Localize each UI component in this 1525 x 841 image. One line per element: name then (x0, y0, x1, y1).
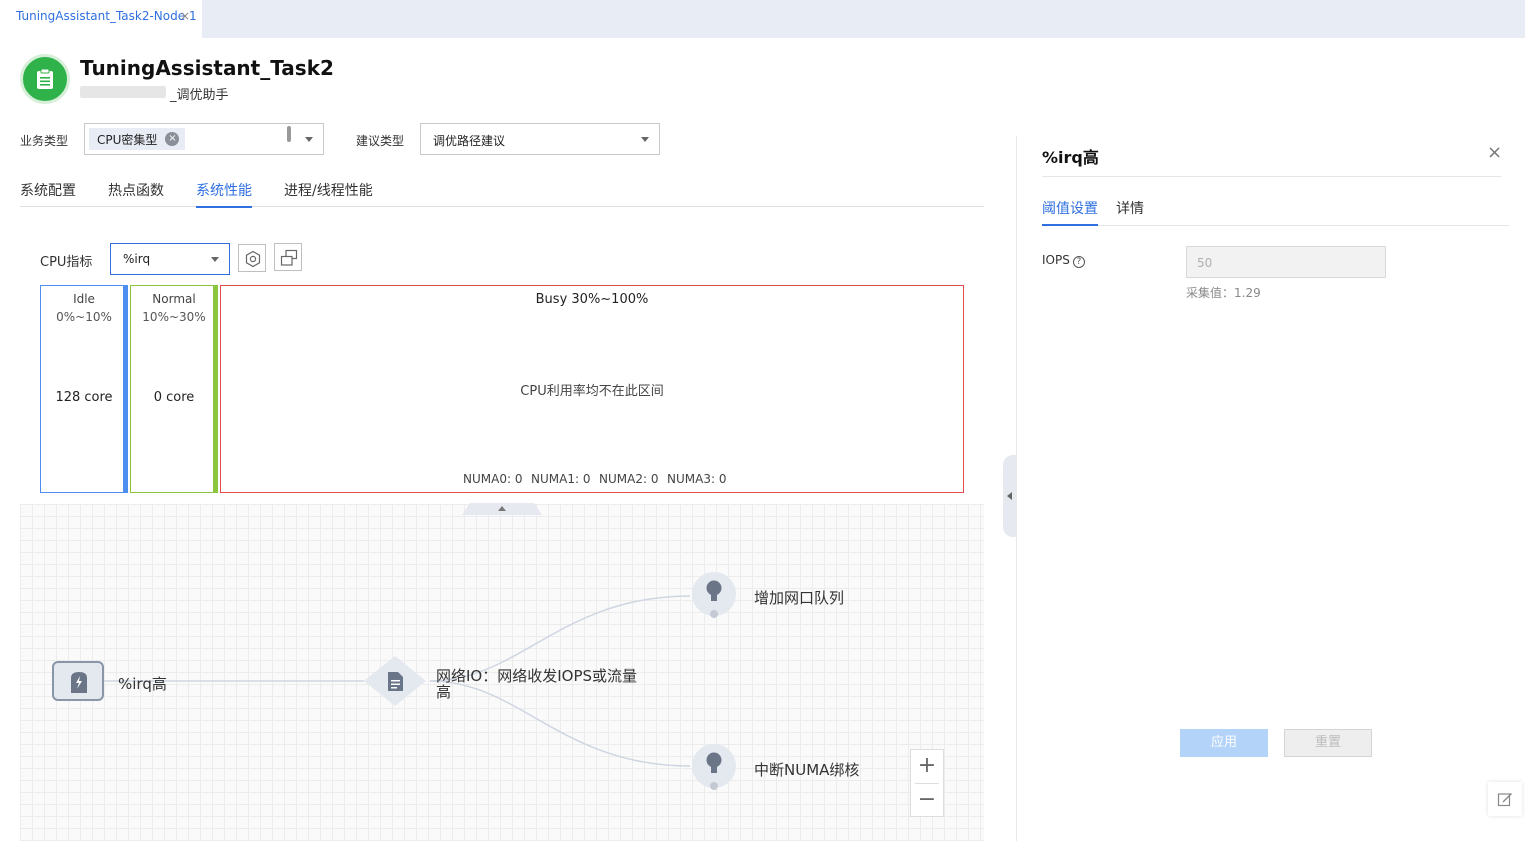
iops-label: IOPS? (1042, 253, 1085, 268)
close-icon[interactable]: × (1487, 142, 1502, 163)
middle-node-label-cont: 高 (436, 683, 452, 701)
leaf-node-label: 增加网口队列 (754, 589, 845, 607)
zoom-out-button[interactable]: − (911, 784, 943, 817)
apply-button[interactable]: 应用 (1180, 729, 1268, 757)
panel-title: %irq高 (1042, 148, 1099, 167)
leaf-node-label: 中断NUMA绑核 (754, 761, 860, 779)
lightbulb-icon (706, 752, 722, 773)
tab-details[interactable]: 详情 (1116, 198, 1144, 224)
leaf-node[interactable] (692, 572, 736, 618)
collected-value: 采集值：1.29 (1186, 286, 1261, 300)
panel-collapse-handle[interactable] (1003, 455, 1017, 537)
leaf-node[interactable] (692, 744, 736, 790)
reset-button[interactable]: 重置 (1284, 729, 1372, 757)
lightning-icon (71, 672, 87, 693)
panel-divider (1042, 176, 1501, 177)
document-icon (388, 672, 403, 691)
tab-threshold-settings[interactable]: 阈值设置 (1042, 198, 1098, 226)
zoom-controls: + − (910, 749, 944, 817)
root-node-label: %irq高 (118, 675, 167, 693)
iops-label-text: IOPS (1042, 253, 1070, 267)
panel-tabs: 阈值设置 详情 (1042, 198, 1509, 226)
detail-panel: %irq高 × 阈值设置 详情 IOPS? 50 采集值：1.29 应用 重置 (1016, 136, 1525, 841)
zoom-in-button[interactable]: + (911, 750, 943, 783)
root-node[interactable] (52, 661, 104, 701)
iops-threshold-input[interactable]: 50 (1186, 246, 1386, 278)
flow-connectors (104, 595, 691, 767)
edit-icon (1497, 793, 1512, 807)
help-icon[interactable]: ? (1072, 256, 1085, 268)
feedback-button[interactable] (1488, 782, 1522, 816)
middle-node-label: 网络IO：网络收发IOPS或流量 (436, 667, 638, 685)
lightbulb-icon (706, 580, 722, 601)
middle-node[interactable] (364, 656, 426, 706)
